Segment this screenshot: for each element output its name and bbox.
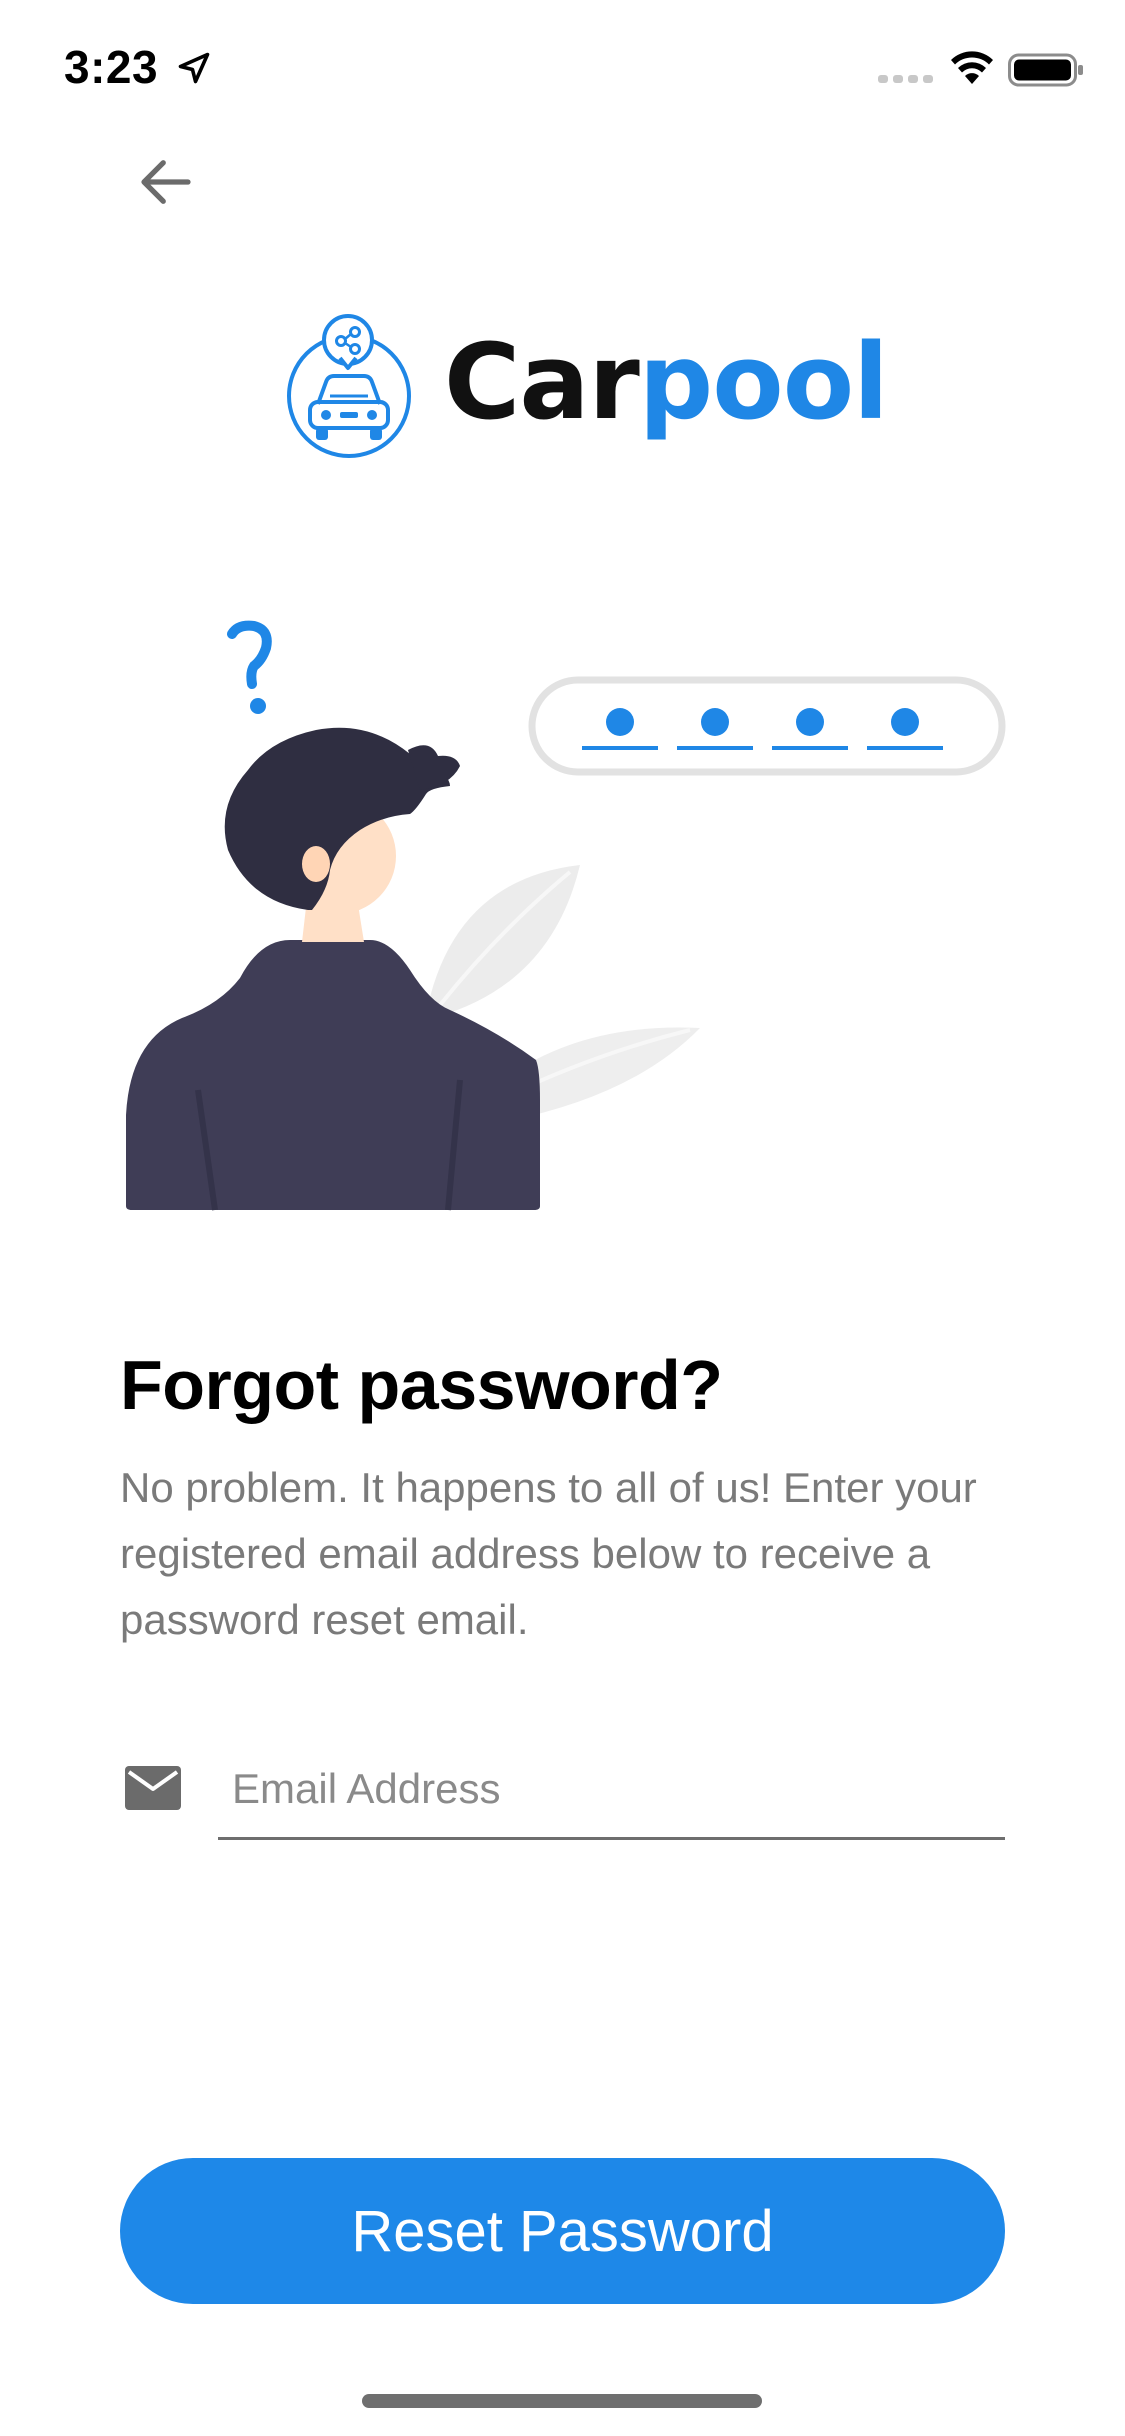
logo-text-car: Car <box>444 321 640 443</box>
cellular-signal-icon <box>878 75 933 83</box>
back-button[interactable] <box>124 140 208 224</box>
email-input[interactable] <box>218 1740 1005 1840</box>
location-arrow-icon <box>178 52 210 84</box>
page-description: No problem. It happens to all of us! Ent… <box>120 1464 977 1643</box>
page-title: Forgot password? <box>120 1346 723 1424</box>
car-share-icon <box>287 314 411 458</box>
home-indicator[interactable] <box>362 2394 762 2408</box>
email-field-row <box>120 1740 1005 1850</box>
logo-wordmark: Carpool <box>444 330 889 434</box>
forgot-password-illustration <box>126 620 1006 1211</box>
wifi-icon <box>951 51 993 84</box>
logo-text-pool: pool <box>638 321 889 443</box>
reset-password-button[interactable]: Reset Password <box>120 2158 1005 2304</box>
envelope-icon <box>125 1766 181 1810</box>
carpool-logo: Carpool <box>284 310 889 470</box>
status-bar: 3:23 <box>0 0 1125 132</box>
status-time: 3:23 <box>64 41 159 93</box>
battery-icon <box>1008 53 1083 87</box>
password-bubble <box>528 676 1006 776</box>
arrow-left-icon <box>141 160 191 204</box>
question-mark <box>227 620 272 714</box>
